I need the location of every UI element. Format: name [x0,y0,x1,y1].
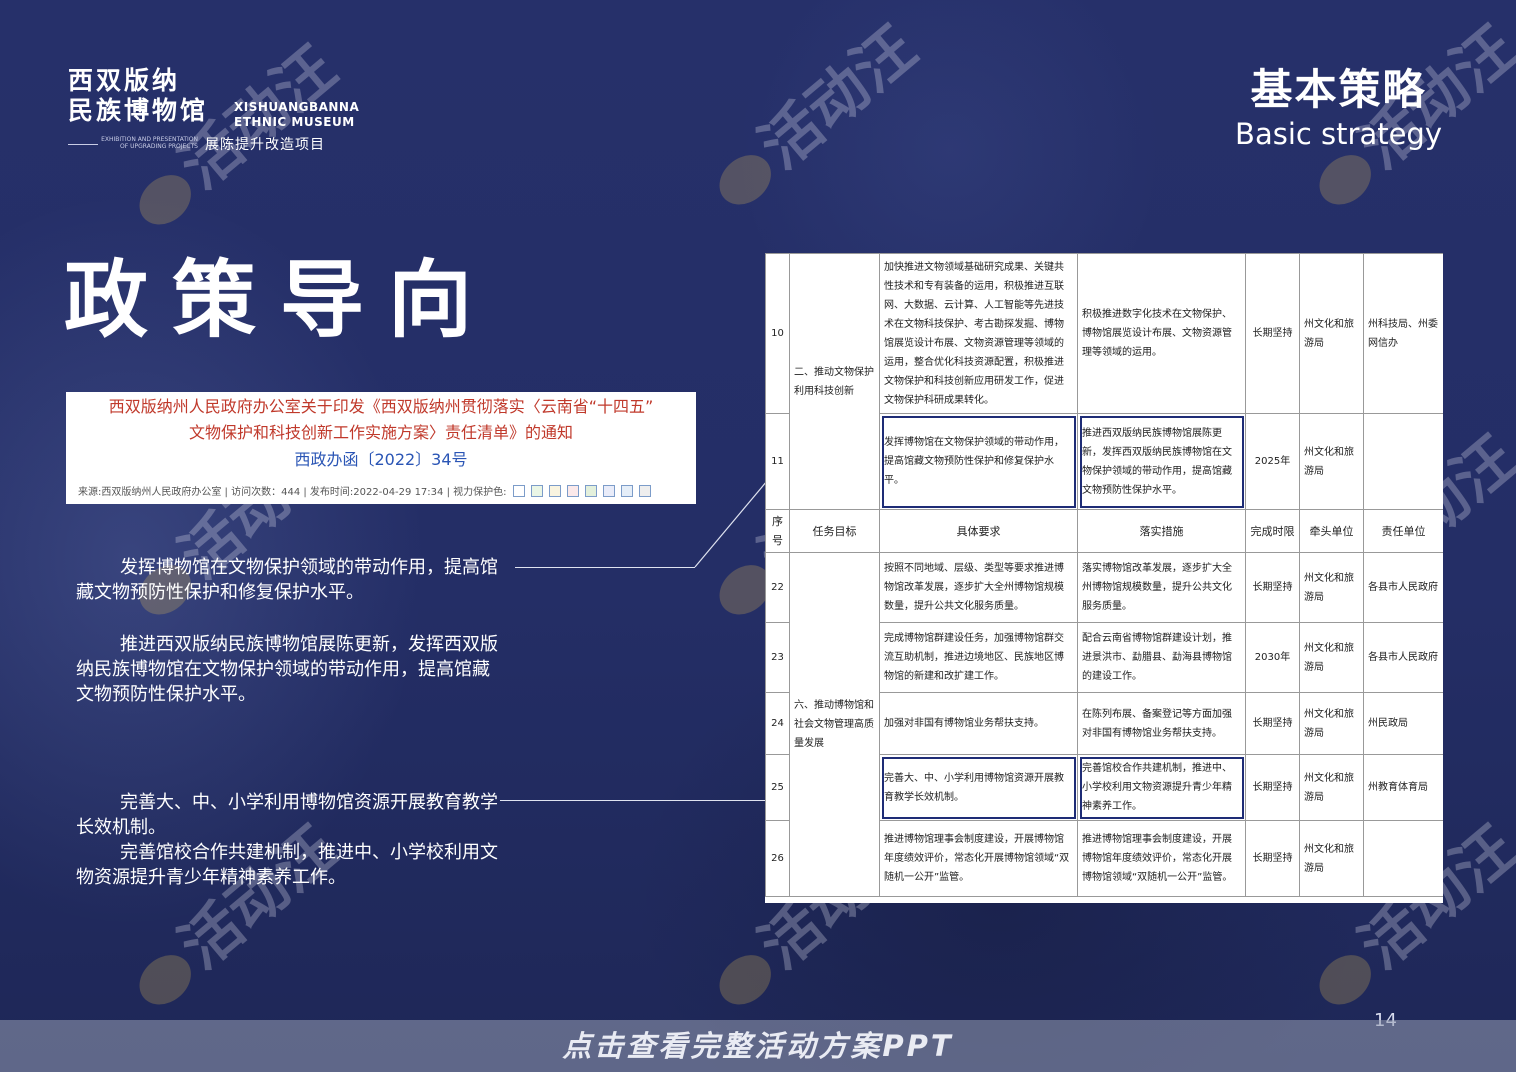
notice-meta-text: 来源:西双版纳州人民政府办公室 | 访问次数：444 | 发布时间:2022-0… [78,487,507,498]
logo-en: XISHUANGBANNA ETHNIC MUSEUM [234,100,360,129]
color-swatch[interactable] [512,485,525,497]
cell-requirement: 完成博物馆群建设任务，加强博物馆群交流互助机制，推进边境地区、民族地区博物馆的新… [879,622,1078,693]
museum-logo: 西双版纳 民族博物馆 XISHUANGBANNA ETHNIC MUSEUM E… [68,66,359,153]
color-swatch[interactable] [530,485,543,497]
paragraph-4: 完善馆校合作共建机制，推进中、小学校利用文物资源提升青少年精神素养工作。 [76,842,498,888]
notice-meta: 来源:西双版纳州人民政府办公室 | 访问次数：444 | 发布时间:2022-0… [78,483,651,498]
cell-requirement: 加强对非国有博物馆业务帮扶支持。 [879,692,1078,755]
leader-line [500,800,790,801]
header-time: 完成时限 [1245,509,1300,553]
cell-lead: 州文化和旅游局 [1299,413,1364,510]
cell-no: 22 [765,552,790,623]
paragraph-2: 推进西双版纳民族博物馆展陈更新，发挥西双版纳民族博物馆在文物保护领域的带动作用，… [76,634,498,705]
cell-time: 长期坚持 [1245,820,1300,897]
cell-measure: 完善馆校合作共建机制，推进中、小学校利用文物资源提升青少年精神素养工作。 [1077,754,1246,821]
cell-time: 长期坚持 [1245,754,1300,821]
leader-line [515,567,695,568]
cell-lead: 州文化和旅游局 [1299,820,1364,897]
header-requirement: 具体要求 [879,509,1078,553]
color-swatch[interactable] [638,485,651,497]
cell-time: 2025年 [1245,413,1300,510]
cell-resp [1363,413,1443,510]
header-resp: 责任单位 [1363,509,1443,553]
header-measure: 落实措施 [1077,509,1246,553]
cell-resp: 州科技局、州委网信办 [1363,253,1443,414]
bottom-banner-text[interactable]: 点击查看完整活动方案PPT [562,1029,953,1063]
color-swatch[interactable] [584,485,597,497]
cell-requirement: 完善大、中、小学利用博物馆资源开展教育教学长效机制。 [879,754,1078,821]
cell-goal: 二、推动文物保护利用科技创新 [789,253,880,510]
cell-no: 24 [765,692,790,755]
cell-measure: 积极推进数字化技术在文物保护、博物馆展览设计布展、文物资源管理等领域的运用。 [1077,253,1246,414]
table-row: 22 六、推动博物馆和社会文物管理高质量发展 按照不同地域、层级、类型等要求推进… [765,552,1443,897]
logo-small-text: EXHIBITION AND PRESENTATION OF UPGRADING… [101,136,198,150]
logo-project: 展陈提升改造项目 [205,137,325,153]
cell-resp: 各县市人民政府 [1363,552,1443,623]
notice-title-line2: 文物保护和科技创新工作实施方案〉责任清单》的通知 [188,423,573,442]
responsibility-table: 10 二、推动文物保护利用科技创新 加快推进文物领域基础研究成果、关键共性技术和… [765,253,1443,903]
logo-divider [68,144,98,145]
bottom-banner[interactable]: 点击查看完整活动方案PPT [0,1020,1516,1072]
cell-requirement: 推进博物馆理事会制度建设，开展博物馆年度绩效评价，常态化开展博物馆领域“双随机一… [879,820,1078,897]
cell-no: 11 [765,413,790,510]
cell-requirement: 按照不同地域、层级、类型等要求推进博物馆改革发展，逐步扩大全州博物馆规模数量，提… [879,552,1078,623]
table-row: 10 二、推动文物保护利用科技创新 加快推进文物领域基础研究成果、关键共性技术和… [765,253,1443,510]
color-swatch[interactable] [548,485,561,497]
notice-title-line1: 西双版纳州人民政府办公室关于印发《西双版纳州贯彻落实〈云南省“十四五” [108,397,654,416]
section-title-cn: 基本策略 [1250,65,1427,114]
cell-time: 长期坚持 [1245,692,1300,755]
notice-doc-number: 西政办函〔2022〕34号 [294,450,468,469]
cell-measure: 在陈列布展、备案登记等方面加强对非国有博物馆业务帮扶支持。 [1077,692,1246,755]
cell-measure: 推进博物馆理事会制度建设，开展博物馆年度绩效评价，常态化开展博物馆领域“双随机一… [1077,820,1246,897]
color-swatch[interactable] [602,485,615,497]
table-header-row: 序号 任务目标 具体要求 落实措施 完成时限 牵头单位 责任单位 [765,509,1443,553]
cell-no: 10 [765,253,790,414]
cell-measure: 落实博物馆改革发展，逐步扩大全州博物馆规模数量，提升公共文化服务质量。 [1077,552,1246,623]
cell-lead: 州文化和旅游局 [1299,692,1364,755]
cell-measure: 配合云南省博物馆群建设计划，推进景洪市、勐腊县、勐海县博物馆的建设工作。 [1077,622,1246,693]
header-lead: 牵头单位 [1299,509,1364,553]
cell-lead: 州文化和旅游局 [1299,754,1364,821]
cell-resp: 州教育体育局 [1363,754,1443,821]
paragraph-3: 完善大、中、小学利用博物馆资源开展教育教学长效机制。 [76,792,498,838]
color-swatch[interactable] [566,485,579,497]
cell-no: 26 [765,820,790,897]
cell-no: 25 [765,754,790,821]
cell-resp: 各县市人民政府 [1363,622,1443,693]
header-goal: 任务目标 [789,509,880,553]
color-swatch[interactable] [620,485,633,497]
header-no: 序号 [765,509,790,553]
cell-lead: 州文化和旅游局 [1299,552,1364,623]
cell-resp [1363,820,1443,897]
cell-no: 23 [765,622,790,693]
cell-goal: 六、推动博物馆和社会文物管理高质量发展 [789,552,880,897]
logo-cn-line1: 西双版纳 [68,66,181,95]
cell-lead: 州文化和旅游局 [1299,253,1364,414]
cell-measure: 推进西双版纳民族博物馆展陈更新，发挥西双版纳民族博物馆在文物保护领域的带动作用，… [1077,413,1246,510]
cell-requirement: 发挥博物馆在文物保护领域的带动作用，提高馆藏文物预防性保护和修复保护水平。 [879,413,1078,510]
cell-time: 长期坚持 [1245,552,1300,623]
cell-lead: 州文化和旅游局 [1299,622,1364,693]
section-title-en: Basic strategy [1235,117,1442,151]
cell-requirement: 加快推进文物领域基础研究成果、关键共性技术和专有装备的运用，积极推进互联网、大数… [879,253,1078,414]
paragraph-1: 发挥博物馆在文物保护领域的带动作用，提高馆藏文物预防性保护和修复保护水平。 [76,557,498,603]
notice-card: 西双版纳州人民政府办公室关于印发《西双版纳州贯彻落实〈云南省“十四五” 文物保护… [66,392,696,504]
logo-cn-line2: 民族博物馆 [68,96,209,125]
cell-time: 长期坚持 [1245,253,1300,414]
cell-resp: 州民政局 [1363,692,1443,755]
cell-time: 2030年 [1245,622,1300,693]
section-heading: 基本策略 Basic strategy [1235,66,1442,154]
page-title: 政策导向 [64,250,497,349]
